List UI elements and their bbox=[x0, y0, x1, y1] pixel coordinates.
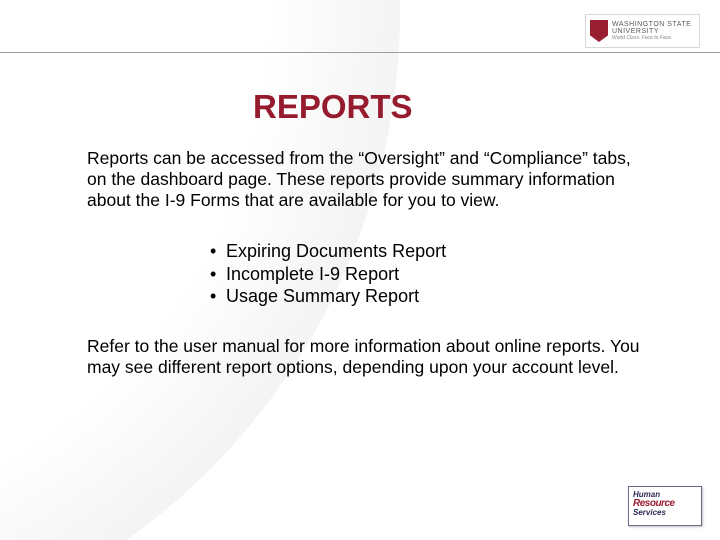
intro-paragraph: Reports can be accessed from the “Oversi… bbox=[87, 148, 643, 211]
slide: WASHINGTON STATE UNIVERSITY World Class.… bbox=[0, 0, 720, 540]
list-item: • Incomplete I-9 Report bbox=[210, 263, 446, 286]
bullet-list: • Expiring Documents Report • Incomplete… bbox=[210, 240, 446, 308]
bullet-icon: • bbox=[210, 240, 226, 263]
list-item: • Usage Summary Report bbox=[210, 285, 446, 308]
wsu-logo-text: WASHINGTON STATE UNIVERSITY World Class.… bbox=[612, 21, 695, 41]
slide-title: REPORTS bbox=[253, 88, 413, 126]
divider-line bbox=[0, 52, 720, 53]
wsu-logo: WASHINGTON STATE UNIVERSITY World Class.… bbox=[585, 14, 700, 48]
closing-paragraph: Refer to the user manual for more inform… bbox=[87, 336, 647, 378]
wsu-shield-icon bbox=[590, 20, 608, 42]
hrs-logo-line3: Services bbox=[633, 508, 697, 517]
list-item: • Expiring Documents Report bbox=[210, 240, 446, 263]
wsu-logo-tagline: World Class. Face to Face. bbox=[612, 36, 695, 41]
wsu-logo-line1: WASHINGTON STATE UNIVERSITY bbox=[612, 21, 695, 35]
bullet-icon: • bbox=[210, 263, 226, 286]
list-item-label: Expiring Documents Report bbox=[226, 240, 446, 263]
hrs-logo: Human Resource Services bbox=[628, 486, 702, 526]
list-item-label: Usage Summary Report bbox=[226, 285, 419, 308]
list-item-label: Incomplete I-9 Report bbox=[226, 263, 399, 286]
bullet-icon: • bbox=[210, 285, 226, 308]
